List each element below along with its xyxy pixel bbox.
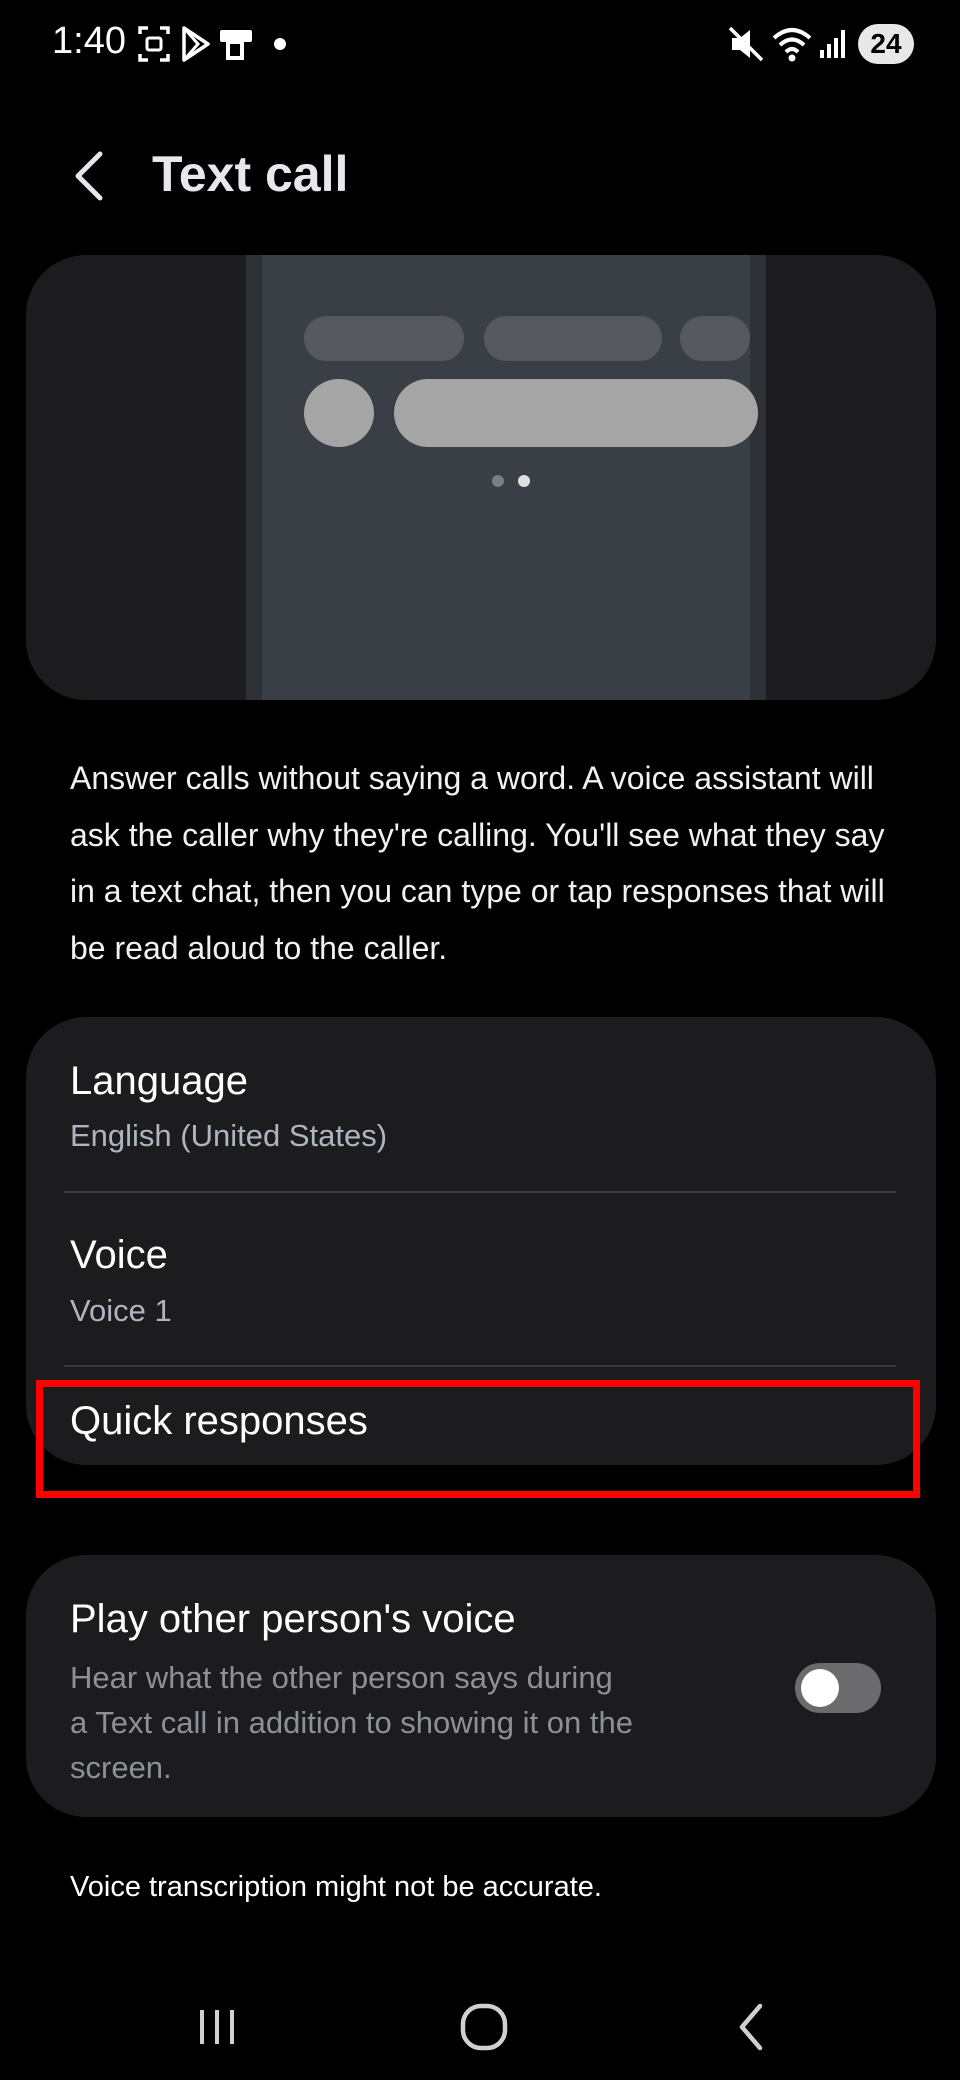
- navigation-bar: [0, 1980, 960, 2080]
- battery-indicator: 24: [858, 24, 914, 64]
- status-time: 1:40: [52, 20, 126, 62]
- language-row[interactable]: Language English (United States): [26, 1017, 936, 1191]
- toggle-knob: [801, 1669, 839, 1707]
- recent-apps-icon[interactable]: [192, 2002, 242, 2052]
- status-bar: 1:40 24: [0, 0, 960, 90]
- suggestion-chip: [304, 316, 464, 361]
- back-arrow-icon[interactable]: [70, 150, 110, 202]
- feature-description: Answer calls without saying a word. A vo…: [70, 760, 885, 966]
- transcription-note: Voice transcription might not be accurat…: [70, 1871, 602, 1903]
- play-voice-desc-line: a Text call in addition to showing it on…: [70, 1705, 633, 1740]
- voice-value: Voice 1: [70, 1293, 172, 1328]
- play-voice-toggle[interactable]: [795, 1663, 881, 1713]
- play-voice-title: Play other person's voice: [70, 1597, 516, 1641]
- avatar-placeholder: [304, 379, 374, 447]
- phone-illustration: [246, 255, 766, 700]
- illustration-card: [26, 255, 936, 700]
- language-value: English (United States): [70, 1118, 388, 1153]
- wallet-icon: [220, 30, 252, 60]
- play-store-icon: [182, 26, 210, 62]
- page-dot: [492, 475, 504, 487]
- language-title: Language: [70, 1059, 248, 1103]
- wifi-icon: [772, 28, 812, 62]
- dot-icon: [274, 38, 286, 50]
- voice-row[interactable]: Voice Voice 1: [26, 1193, 936, 1365]
- play-voice-description: Hear what the other person says during a…: [70, 1655, 710, 1790]
- play-voice-desc-line: screen.: [70, 1750, 172, 1785]
- back-nav-icon[interactable]: [732, 2000, 772, 2054]
- suggestion-chip: [484, 316, 662, 361]
- home-icon[interactable]: [458, 2000, 510, 2054]
- screenshot-icon: [138, 26, 170, 62]
- signal-icon: [820, 30, 845, 58]
- play-voice-desc-line: Hear what the other person says during: [70, 1660, 613, 1695]
- phone-screen: [262, 255, 758, 700]
- voice-title: Voice: [70, 1233, 168, 1277]
- mute-icon: [728, 26, 764, 62]
- quick-responses-highlight: [36, 1380, 920, 1498]
- page-dot-active: [518, 475, 530, 487]
- page-title: Text call: [152, 146, 349, 202]
- input-placeholder: [394, 379, 758, 447]
- suggestion-chip: [680, 316, 750, 361]
